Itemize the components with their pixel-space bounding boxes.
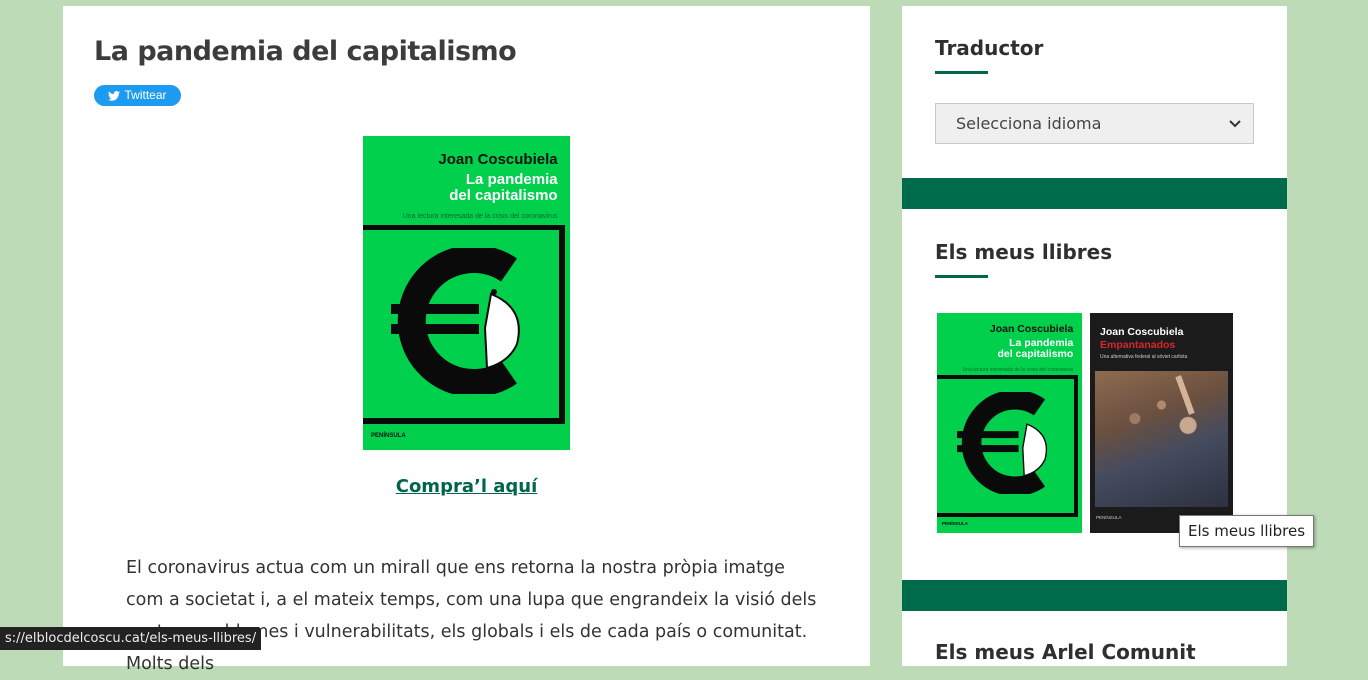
book-cover-title-line2: del capitalismo xyxy=(449,187,558,205)
twitter-bird-icon xyxy=(108,90,121,101)
book-thumb-title: La pandemia del capitalismo xyxy=(997,337,1074,361)
book-thumbnail-empantanados[interactable]: Joan Coscubiela Empantanados Una alterna… xyxy=(1090,313,1233,533)
book2-cover-photo xyxy=(1095,371,1228,507)
article-card: La pandemia del capitalismo Twittear Joa… xyxy=(63,6,870,674)
book2-author: Joan Coscubiela xyxy=(1100,326,1184,338)
twitter-share-label: Twittear xyxy=(124,88,167,102)
book-cover-author: Joan Coscubiela xyxy=(438,151,558,168)
next-widget-title: Els meus Arlel Comunit xyxy=(935,640,1196,664)
books-widget-title: Els meus llibres xyxy=(935,240,1113,264)
translator-widget-title: Traductor xyxy=(935,36,1044,60)
book2-title: Empantanados xyxy=(1100,339,1176,351)
book2-subtitle: Una alternativa federal al sóviet carlis… xyxy=(1100,354,1188,360)
book2-publisher: PENÍNSULA xyxy=(1096,515,1122,520)
book-thumb-publisher: PENÍNSULA xyxy=(942,521,969,526)
book-thumb-author: Joan Coscubiela xyxy=(989,323,1074,335)
book-cover-title-line1: La pandemia xyxy=(465,171,558,188)
buy-book-link[interactable]: Compra’l aquí xyxy=(63,476,870,497)
books-title-underline xyxy=(935,275,988,278)
post-title: La pandemia del capitalismo xyxy=(94,36,517,67)
book-thumb-title-line2: del capitalismo xyxy=(997,348,1074,361)
euro-sign-with-face-mask-icon xyxy=(391,248,520,394)
browser-status-url: s://elblocdelcoscu.cat/els-meus-llibres/ xyxy=(0,627,262,650)
book-thumbnail-pandemia[interactable]: Joan Coscubiela La pandemia del capitali… xyxy=(937,313,1082,533)
chevron-down-icon xyxy=(1229,119,1241,127)
post-body-text: El coronavirus actua com un mirall que e… xyxy=(126,558,817,674)
book-thumb-subtitle: Una lectura interesada de la crisis del … xyxy=(962,367,1074,373)
language-select[interactable]: Selecciona idioma xyxy=(935,103,1254,144)
book-cover-subtitle: Una lectura interesada de la crisis del … xyxy=(402,213,558,220)
sidebar: Traductor Selecciona idioma Els meus lli… xyxy=(902,6,1287,666)
book-cover-publisher: PENÍNSULA xyxy=(371,433,406,439)
tooltip: Els meus llibres xyxy=(1179,515,1315,547)
book-cover-title: La pandemia del capitalismo xyxy=(449,171,558,205)
language-select-value: Selecciona idioma xyxy=(956,114,1102,133)
widget-separator xyxy=(902,580,1287,611)
book-cover-image[interactable]: Joan Coscubiela La pandemia del capitali… xyxy=(363,136,570,450)
euro-sign-with-face-mask-icon xyxy=(957,392,1048,494)
translator-title-underline xyxy=(935,71,988,74)
twitter-share-button[interactable]: Twittear xyxy=(94,85,181,106)
widget-separator xyxy=(902,178,1287,209)
